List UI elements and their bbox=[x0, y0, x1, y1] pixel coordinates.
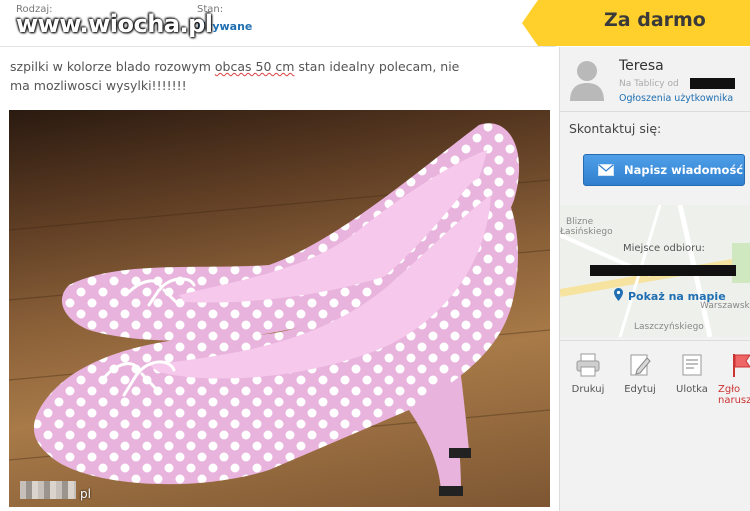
map-pin-icon bbox=[614, 288, 623, 301]
sidebar-divider bbox=[560, 111, 750, 112]
flyer-icon bbox=[682, 354, 702, 376]
map-street-label: Blizne bbox=[566, 217, 594, 227]
flyer-action[interactable]: Ulotka bbox=[670, 352, 714, 395]
listing-photo[interactable] bbox=[9, 110, 550, 507]
envelope-icon bbox=[598, 164, 614, 176]
watermark: www.wiocha.pl bbox=[16, 10, 213, 38]
send-message-button[interactable]: Napisz wiadomość bbox=[583, 154, 745, 186]
description-text-underlined: obcas 50 cm bbox=[214, 59, 295, 74]
description-text-1: szpilki w kolorze blado rozowym bbox=[10, 59, 215, 74]
edit-action[interactable]: Edytuj bbox=[618, 352, 662, 395]
blurred-watermark bbox=[20, 481, 76, 499]
print-label: Drukuj bbox=[571, 384, 605, 395]
redacted-address bbox=[590, 265, 736, 276]
print-action[interactable]: Drukuj bbox=[566, 352, 610, 395]
show-map-link[interactable]: Pokaż na mapie bbox=[628, 290, 726, 303]
user-name: Teresa bbox=[619, 58, 664, 74]
listing-description: szpilki w kolorze blado rozowym obcas 50… bbox=[10, 57, 480, 95]
map-street-label: Laszczyńskiego bbox=[634, 322, 704, 332]
avatar-icon bbox=[570, 61, 604, 101]
report-label: Zgło narusz bbox=[718, 384, 750, 406]
sidebar-divider bbox=[560, 340, 750, 341]
redacted-date bbox=[690, 78, 735, 89]
shoes-illustration bbox=[9, 123, 550, 496]
printer-icon bbox=[576, 353, 600, 377]
pickup-label: Miejsce odbioru: bbox=[623, 243, 705, 254]
contact-label: Skontaktuj się: bbox=[569, 121, 662, 136]
user-listings-link[interactable]: Ogłoszenia użytkownika bbox=[619, 93, 733, 104]
report-action[interactable]: Zgło narusz bbox=[718, 352, 750, 406]
send-message-label: Napisz wiadomość bbox=[624, 163, 744, 177]
user-since: Na Tablicy od bbox=[619, 79, 679, 89]
edit-icon bbox=[630, 354, 651, 376]
flyer-label: Ulotka bbox=[676, 384, 708, 395]
edit-label: Edytuj bbox=[624, 384, 656, 395]
price: Za darmo bbox=[604, 9, 706, 31]
divider bbox=[0, 46, 556, 47]
flag-icon bbox=[733, 354, 750, 377]
map-street-label: Łasińskiego bbox=[560, 227, 613, 237]
photo-caption: pl bbox=[80, 487, 91, 501]
